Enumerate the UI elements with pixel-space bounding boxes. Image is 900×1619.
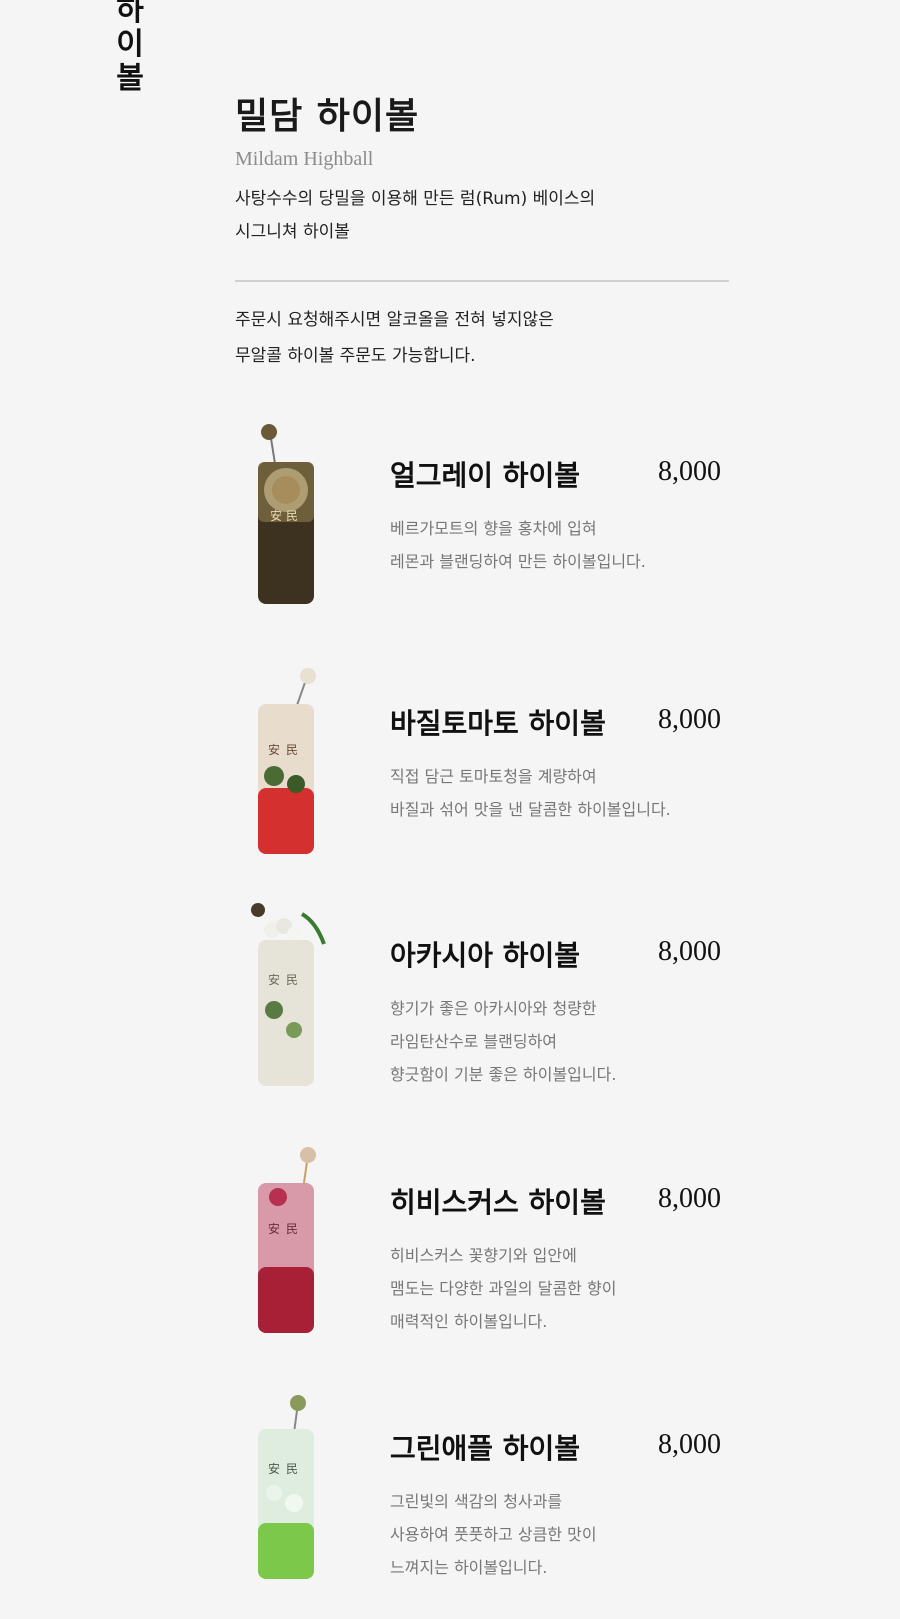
item-name: 얼그레이 하이볼 — [390, 459, 581, 492]
menu-item-green-apple[interactable]: 安 民 그린애플 하이볼 8,000 그린빛의 색감의 청사과를 사용하여 풋풋… — [250, 1393, 750, 1593]
item-description-line: 향긋함이 기분 좋은 하이볼입니다. — [390, 1065, 617, 1084]
vertical-title-char: 볼 — [116, 61, 144, 96]
item-price: 8,000 — [658, 936, 721, 967]
item-description-line: 바질과 섞어 맛을 낸 달콤한 하이볼입니다. — [390, 800, 671, 819]
item-description-line: 히비스커스 꽃향기와 입안에 — [390, 1246, 577, 1265]
item-name: 아카시아 하이볼 — [390, 939, 581, 972]
svg-text:民: 民 — [286, 509, 298, 523]
svg-text:安: 安 — [268, 972, 280, 987]
svg-text:民: 民 — [286, 743, 298, 757]
item-description-line: 사용하여 풋풋하고 상큼한 맛이 — [390, 1525, 597, 1544]
acacia-drink-image: 安 民 — [251, 903, 326, 1086]
item-price: 8,000 — [658, 704, 721, 735]
svg-text:安: 安 — [270, 508, 282, 523]
header-description: 사탕수수의 당밀을 이용해 만든 럼(Rum) 베이스의 시그니쳐 하이볼 — [235, 183, 735, 249]
notice-line: 주문시 요청해주시면 알코올을 전혀 넣지않은 — [235, 310, 554, 330]
svg-text:民: 民 — [286, 973, 298, 987]
item-name: 히비스커스 하이볼 — [390, 1186, 606, 1219]
hibiscus-drink-image: 安 民 — [258, 1147, 316, 1333]
item-description-line: 맴도는 다양한 과일의 달콤한 향이 — [390, 1279, 617, 1298]
item-description-line: 라임탄산수로 블랜딩하여 — [390, 1032, 558, 1051]
notice-line: 무알콜 하이볼 주문도 가능합니다. — [235, 346, 476, 366]
page-title: 밀담 하이볼 — [235, 95, 420, 137]
page-subtitle: Mildam Highball — [235, 148, 374, 170]
svg-text:民: 民 — [286, 1462, 298, 1476]
menu-item-acacia[interactable]: 安 民 아카시아 하이볼 8,000 향기가 좋은 아카시아와 청량한 라임탄산… — [250, 900, 750, 1100]
menu-header: 밀담 하이볼 Mildam Highball 사탕수수의 당밀을 이용해 만든 … — [235, 92, 735, 249]
vertical-section-title: 하 이 볼 — [112, 0, 148, 96]
item-price: 8,000 — [658, 1429, 721, 1460]
item-description: 베르가모트의 향을 홍차에 입혀 레몬과 블랜딩하여 만든 하이볼입니다. — [390, 512, 760, 578]
item-price: 8,000 — [658, 1183, 721, 1214]
menu-item-basil-tomato[interactable]: 安 民 바질토마토 하이볼 8,000 직접 담근 토마토청을 계량하여 바질과… — [250, 668, 750, 868]
item-name: 그린애플 하이볼 — [390, 1432, 581, 1465]
basil-tomato-drink-image: 安 民 — [258, 668, 316, 854]
item-description-line: 그린빛의 색감의 청사과를 — [390, 1492, 563, 1511]
vertical-title-char: 하 — [116, 0, 144, 28]
item-description: 히비스커스 꽃향기와 입안에 맴도는 다양한 과일의 달콤한 향이 매력적인 하… — [390, 1239, 760, 1338]
svg-text:安: 安 — [268, 1221, 280, 1236]
vertical-title-char: 이 — [116, 27, 144, 62]
item-description-line: 매력적인 하이볼입니다. — [390, 1312, 548, 1331]
earl-grey-drink-image: 安 民 — [258, 424, 314, 604]
svg-text:民: 民 — [286, 1222, 298, 1236]
menu-item-hibiscus[interactable]: 安 民 히비스커스 하이볼 8,000 히비스커스 꽃향기와 입안에 맴도는 다… — [250, 1147, 750, 1347]
item-description: 그린빛의 색감의 청사과를 사용하여 풋풋하고 상큼한 맛이 느껴지는 하이볼입… — [390, 1485, 760, 1584]
header-description-line: 사탕수수의 당밀을 이용해 만든 럼(Rum) 베이스의 — [235, 189, 596, 209]
item-name: 바질토마토 하이볼 — [390, 707, 606, 740]
header-description-line: 시그니쳐 하이볼 — [235, 222, 350, 242]
item-description-line: 베르가모트의 향을 홍차에 입혀 — [390, 519, 597, 538]
notice-text: 주문시 요청해주시면 알코올을 전혀 넣지않은 무알콜 하이볼 주문도 가능합니… — [235, 302, 735, 374]
svg-text:安: 安 — [268, 1461, 280, 1476]
item-description-line: 직접 담근 토마토청을 계량하여 — [390, 767, 597, 786]
item-description-line: 레몬과 블랜딩하여 만든 하이볼입니다. — [390, 552, 646, 571]
item-description: 직접 담근 토마토청을 계량하여 바질과 섞어 맛을 낸 달콤한 하이볼입니다. — [390, 760, 760, 826]
menu-item-earl-grey[interactable]: 安 民 얼그레이 하이볼 8,000 베르가모트의 향을 홍차에 입혀 레몬과 … — [250, 420, 750, 620]
item-description-line: 향기가 좋은 아카시아와 청량한 — [390, 999, 597, 1018]
item-description-line: 느껴지는 하이볼입니다. — [390, 1558, 548, 1577]
divider — [235, 280, 729, 282]
green-apple-drink-image: 安 民 — [258, 1395, 314, 1579]
item-price: 8,000 — [658, 456, 721, 487]
item-description: 향기가 좋은 아카시아와 청량한 라임탄산수로 블랜딩하여 향긋함이 기분 좋은… — [390, 992, 760, 1091]
svg-text:安: 安 — [268, 742, 280, 757]
